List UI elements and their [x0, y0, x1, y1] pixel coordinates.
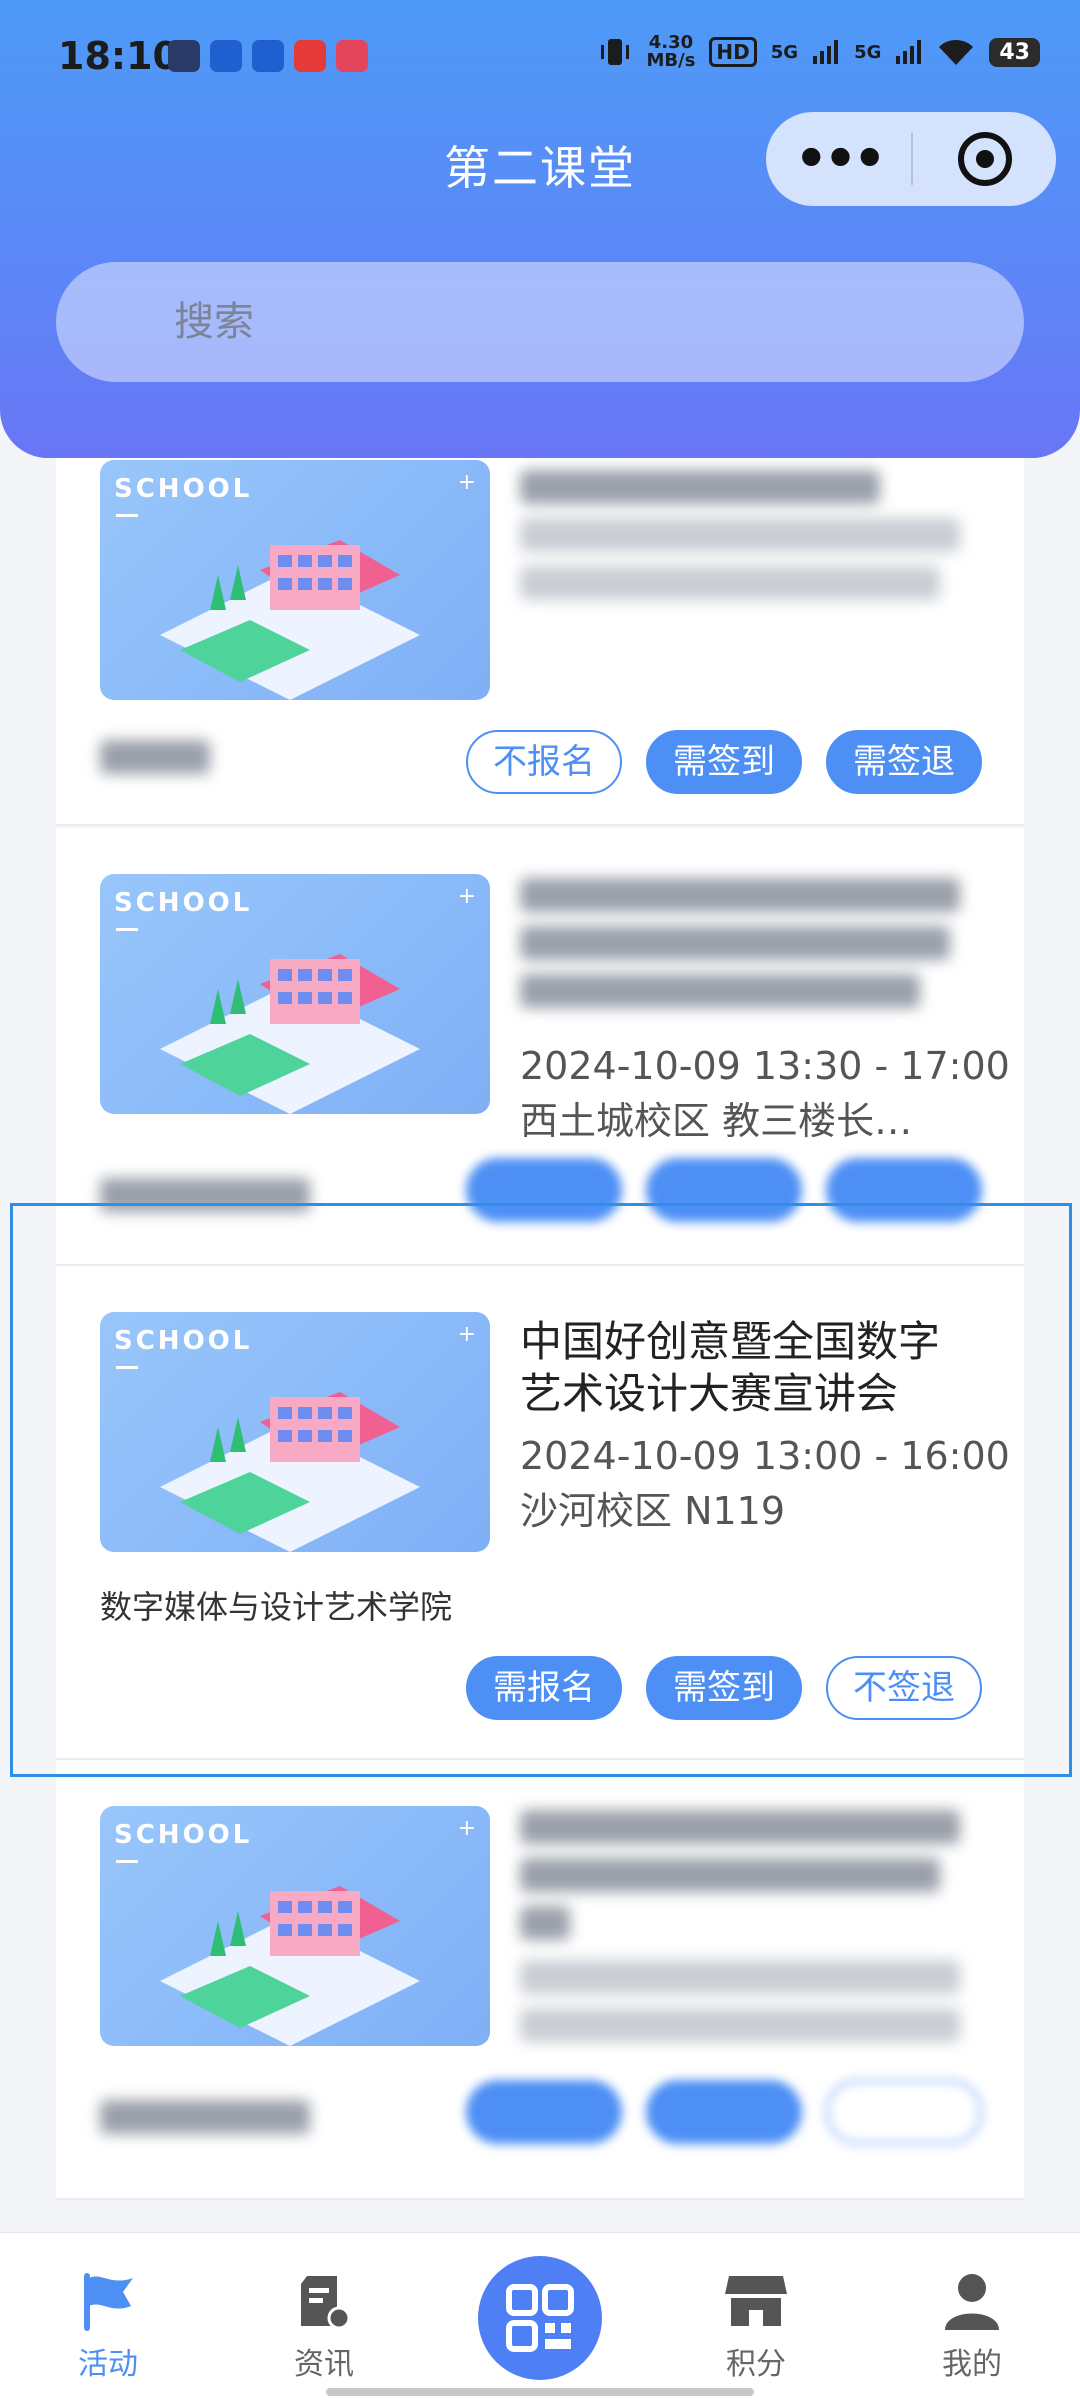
activity-location: 沙河校区 N119 [520, 1489, 786, 1533]
status-bar: 18:10 4.30 MB/s HD 5G 5G 43 [0, 0, 1080, 110]
tab-label: 我的 [942, 2347, 1002, 2382]
activity-thumbnail: SCHOOL + [100, 1806, 490, 2046]
activity-card[interactable]: SCHOOL + [56, 1760, 1024, 2200]
alipay-icon [252, 40, 284, 72]
signout-status-button[interactable] [826, 2080, 982, 2144]
register-status-button[interactable]: 不报名 [466, 730, 622, 794]
status-app-icons [168, 40, 368, 72]
qrcode-icon [506, 2284, 574, 2352]
news-icon [301, 2276, 351, 2330]
search-input[interactable]: 搜索 [56, 262, 1024, 382]
tab-mine[interactable]: 我的 [902, 2267, 1042, 2383]
activity-time: 2024-10-09 13:00 - 16:00 [520, 1434, 1010, 1478]
signal-5g-2: 5G [854, 41, 882, 63]
tab-news[interactable]: 资讯 [254, 2267, 394, 2383]
redacted-title [520, 470, 980, 614]
tab-label: 资讯 [294, 2347, 354, 2382]
activity-title: 中国好创意暨全国数字艺术设计大赛宣讲会 [520, 1317, 941, 1418]
activity-thumbnail: SCHOOL + [100, 1312, 490, 1552]
signin-status-button[interactable] [646, 2080, 802, 2144]
redacted-title [520, 1810, 980, 2056]
activity-card[interactable]: SCHOOL + 中国好创意暨全国数字艺术设计大赛宣讲会 2024-10-09 … [56, 1266, 1024, 1760]
app-notification-icon [168, 40, 200, 72]
activity-location: 西土城校区 教三楼长… [520, 1099, 913, 1143]
signal-bars-icon [896, 40, 922, 64]
school-building-illustration [160, 1886, 420, 2046]
signin-status-button[interactable]: 需签到 [646, 1656, 802, 1720]
register-status-button[interactable]: 需报名 [466, 1656, 622, 1720]
vibrate-icon [601, 39, 630, 65]
signin-status-button[interactable]: 需签到 [646, 730, 802, 794]
activity-time: 2024-10-09 13:30 - 17:00 [520, 1044, 1010, 1088]
signal-bars-icon [813, 40, 839, 64]
status-indicators: 4.30 MB/s HD 5G 5G 43 [598, 34, 1040, 70]
tab-label: 积分 [726, 2347, 786, 2382]
redacted-title [520, 878, 980, 1022]
wifi-icon [939, 39, 974, 65]
redacted-org [100, 740, 240, 788]
miniprogram-capsule: ••• [766, 112, 1056, 206]
redacted-org [100, 2100, 320, 2148]
signout-status-button[interactable] [826, 1158, 982, 1222]
signout-status-button[interactable]: 需签退 [826, 730, 982, 794]
activity-thumbnail: SCHOOL + [100, 460, 490, 700]
activity-thumbnail: SCHOOL + [100, 874, 490, 1114]
person-icon [945, 2274, 999, 2330]
tab-label: 活动 [78, 2347, 138, 2382]
status-time: 18:10 [58, 34, 179, 78]
close-miniprogram-button[interactable] [913, 132, 1056, 186]
store-icon [725, 2276, 787, 2326]
shopping-app-icon [294, 40, 326, 72]
education-app-icon [336, 40, 368, 72]
flag-icon [84, 2273, 133, 2331]
net-speed: 4.30 MB/s [646, 34, 695, 70]
home-indicator [326, 2388, 754, 2396]
net-speed-unit: MB/s [646, 50, 696, 71]
activity-card[interactable]: SCHOOL + 2024-10-09 13:30 - 17:00 西土城校区 [56, 828, 1024, 1266]
header: 18:10 4.30 MB/s HD 5G 5G 43 第二课堂 ••• 搜索 [0, 0, 1080, 458]
activity-organizer: 数字媒体与设计艺术学院 [100, 1588, 453, 1626]
school-building-illustration [160, 540, 420, 700]
school-building-illustration [160, 954, 420, 1114]
tab-points[interactable]: 积分 [686, 2267, 826, 2383]
scan-qrcode-button[interactable] [478, 2256, 602, 2380]
school-building-illustration [160, 1392, 420, 1552]
tab-activities[interactable]: 活动 [38, 2267, 178, 2383]
more-options-icon[interactable]: ••• [766, 133, 911, 185]
hd-badge: HD [709, 37, 757, 67]
battery-indicator: 43 [989, 37, 1040, 67]
register-status-button[interactable] [466, 2080, 622, 2144]
register-status-button[interactable] [466, 1158, 622, 1222]
redacted-org [100, 1178, 320, 1226]
alipay-icon [210, 40, 242, 72]
signout-status-button[interactable]: 不签退 [826, 1656, 982, 1720]
signin-status-button[interactable] [646, 1158, 802, 1222]
signal-5g-1: 5G [770, 41, 799, 63]
target-icon [957, 132, 1012, 186]
